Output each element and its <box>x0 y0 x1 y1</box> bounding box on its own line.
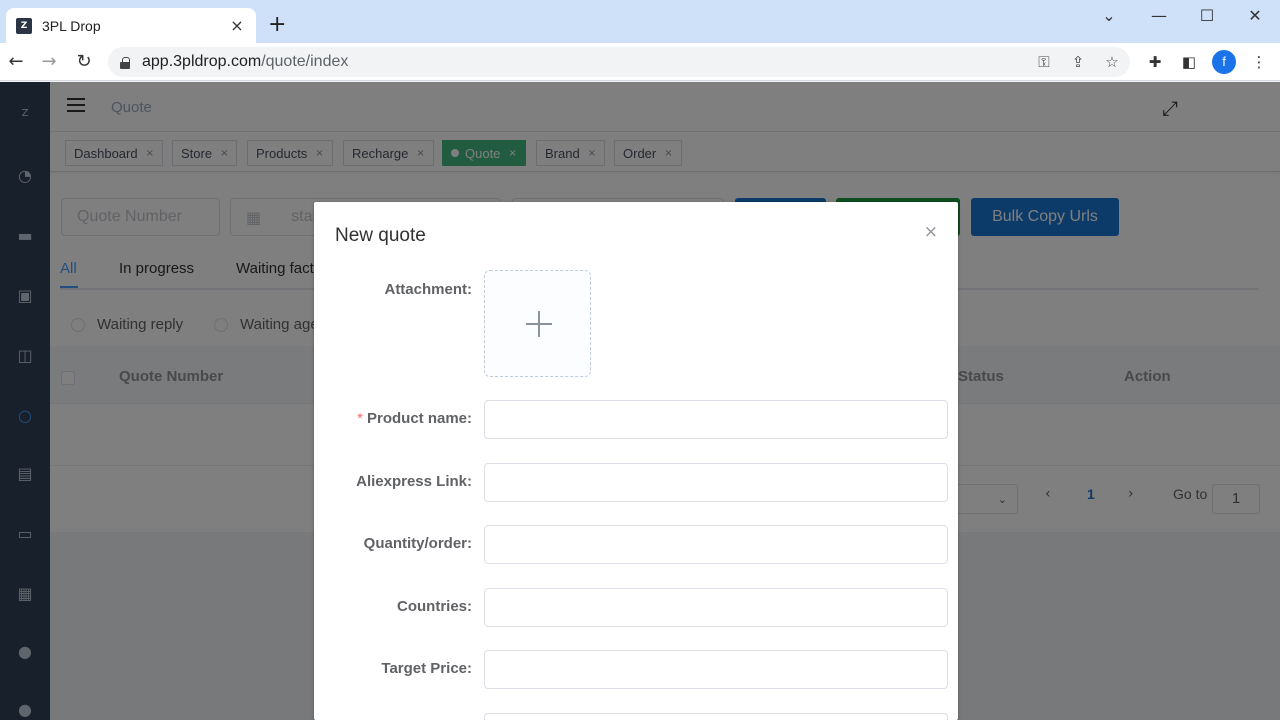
extensions-puzzle-icon[interactable]: ✚ <box>1144 51 1166 73</box>
attachment-upload[interactable] <box>484 270 591 377</box>
url-text: app.3pldrop.com/quote/index <box>142 53 348 71</box>
countries-input[interactable] <box>484 588 948 627</box>
bookmark-star-icon[interactable]: ☆ <box>1102 51 1122 73</box>
browser-toolbar: ← → ↻ app.3pldrop.com/quote/index ⚿ ⇪ ☆ … <box>0 43 1280 81</box>
lock-icon <box>120 56 130 69</box>
product-name-label-text: Product name: <box>366 410 472 427</box>
back-icon[interactable]: ← <box>4 50 28 74</box>
browser-titlebar: Z 3PL Drop × + ⌄ — ☐ ✕ <box>0 0 1280 43</box>
dialog-title: New quote <box>335 225 426 246</box>
forward-icon[interactable]: → <box>37 50 61 74</box>
target-price-label: Target Price: <box>381 660 472 677</box>
reload-icon[interactable]: ↻ <box>72 50 96 74</box>
site-favicon-icon: Z <box>16 17 32 34</box>
minimize-button[interactable]: — <box>1144 6 1174 25</box>
tab-title: 3PL Drop <box>42 17 101 34</box>
close-icon[interactable]: × <box>924 222 938 242</box>
countries-label: Countries: <box>397 598 472 615</box>
browser-tab[interactable]: Z 3PL Drop × <box>6 8 256 43</box>
product-name-label: * Product name: <box>312 410 472 427</box>
key-icon[interactable]: ⚿ <box>1034 51 1054 73</box>
aliexpress-link-input[interactable] <box>484 463 948 502</box>
more-menu-icon[interactable]: ⋮ <box>1248 51 1270 73</box>
new-quote-dialog: New quote × Attachment: * Product name: A… <box>314 202 958 720</box>
close-window-button[interactable]: ✕ <box>1240 6 1270 25</box>
plus-icon-vertical <box>538 311 540 337</box>
new-tab-button[interactable]: + <box>268 12 286 37</box>
quantity-order-label: Quantity/order: <box>363 535 472 552</box>
required-mark: * <box>357 410 363 427</box>
next-field-input[interactable] <box>484 713 948 720</box>
attachment-label: Attachment: <box>384 281 472 298</box>
side-panel-icon[interactable]: ◧ <box>1178 51 1200 73</box>
aliexpress-link-label: Aliexpress Link: <box>356 473 472 490</box>
tab-close-icon[interactable]: × <box>228 16 246 35</box>
address-bar[interactable]: app.3pldrop.com/quote/index ⚿ ⇪ ☆ <box>108 47 1130 77</box>
url-path: /quote/index <box>261 53 349 70</box>
tab-search-icon[interactable]: ⌄ <box>1094 6 1124 25</box>
profile-avatar[interactable]: f <box>1212 50 1236 74</box>
target-price-input[interactable] <box>484 650 948 689</box>
quantity-order-input[interactable] <box>484 525 948 564</box>
share-icon[interactable]: ⇪ <box>1068 51 1088 73</box>
url-domain: app.3pldrop.com <box>142 53 262 70</box>
maximize-button[interactable]: ☐ <box>1192 6 1222 25</box>
product-name-input[interactable] <box>484 400 948 439</box>
